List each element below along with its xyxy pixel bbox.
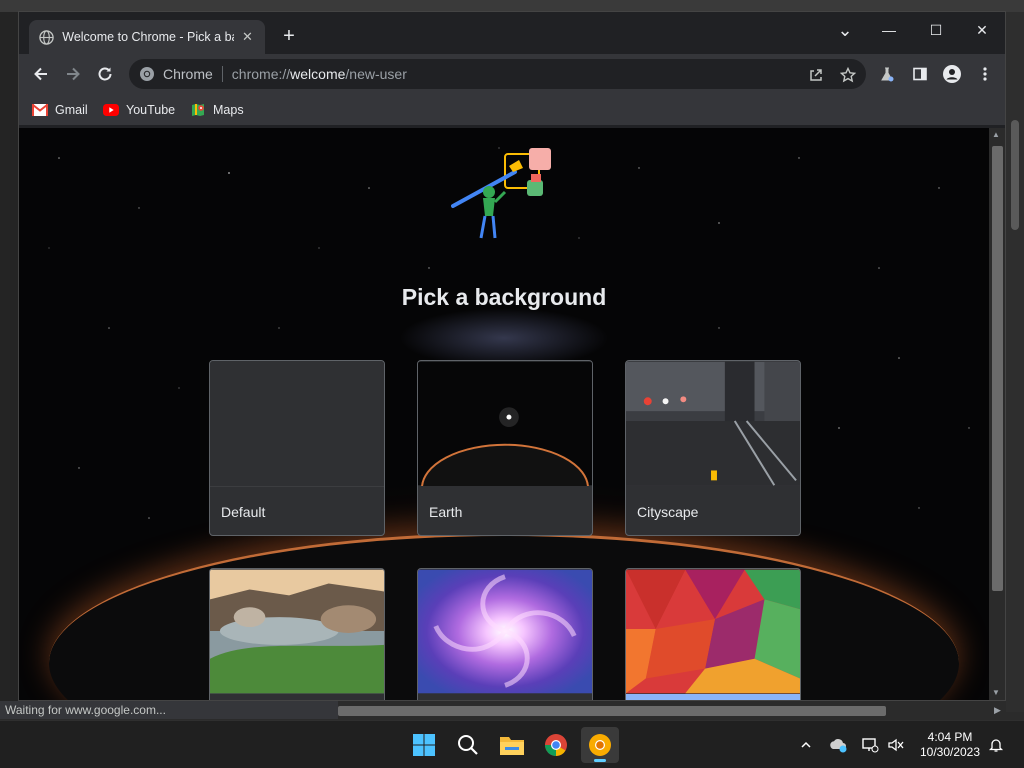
bookmark-gmail[interactable]: Gmail xyxy=(32,101,88,119)
taskbar-file-explorer[interactable] xyxy=(493,727,531,763)
horizontal-scroll-thumb[interactable] xyxy=(338,706,886,716)
status-bubble: Waiting for www.google.com... xyxy=(0,701,338,719)
start-button[interactable] xyxy=(405,727,443,763)
chrome-window: Welcome to Chrome - Pick a background ✕ … xyxy=(18,11,1006,701)
reload-button[interactable] xyxy=(94,63,116,85)
maps-icon xyxy=(192,104,204,116)
bookmarks-bar: Gmail YouTube Maps xyxy=(19,94,1005,126)
chrome-canary-icon xyxy=(589,734,611,756)
center-glow xyxy=(399,308,609,368)
clock-date: 10/30/2023 xyxy=(919,745,981,759)
youtube-icon xyxy=(103,104,119,116)
bookmark-maps[interactable]: Maps xyxy=(190,101,244,119)
toolbar: Chrome chrome://welcome/new-user xyxy=(19,54,1005,94)
scroll-up-icon[interactable]: ▲ xyxy=(992,130,1000,139)
onedrive-icon[interactable] xyxy=(828,735,848,755)
background-card-cityscape[interactable]: Cityscape xyxy=(625,360,801,536)
scroll-right-icon[interactable]: ▶ xyxy=(994,705,1001,716)
maximize-button[interactable]: ☐ xyxy=(920,18,952,42)
card-label-geometric xyxy=(626,694,800,700)
galaxy-thumbnail xyxy=(418,569,592,694)
earth-thumbnail xyxy=(418,361,592,486)
welcome-page-content: Pick a background Default Earth Cityscap… xyxy=(19,128,989,700)
background-scroll-thumb xyxy=(1011,120,1019,230)
share-icon[interactable] xyxy=(807,66,825,84)
cityscape-thumbnail xyxy=(626,361,800,486)
network-icon[interactable] xyxy=(860,735,880,755)
clock-time: 4:04 PM xyxy=(927,730,973,744)
address-bar[interactable]: Chrome chrome://welcome/new-user xyxy=(129,59,866,89)
background-card-geometric[interactable] xyxy=(625,568,801,700)
chrome-chip: Chrome xyxy=(163,66,213,82)
system-clock[interactable]: 4:04 PM 10/30/2023 xyxy=(912,730,988,760)
page-title: Pick a background xyxy=(401,284,607,310)
taskbar-chrome[interactable] xyxy=(537,727,575,763)
vertical-scrollbar[interactable]: ▲ ▼ xyxy=(989,128,1005,700)
menu-kebab-icon[interactable] xyxy=(975,64,995,84)
forward-arrow-icon xyxy=(67,67,80,81)
card-divider xyxy=(210,486,384,487)
back-arrow-icon xyxy=(34,67,47,81)
tab-title: Welcome to Chrome - Pick a background xyxy=(62,30,234,44)
geometric-thumbnail xyxy=(626,569,800,694)
omnibox-separator xyxy=(221,66,223,82)
taskbar: 4:04 PM 10/30/2023 xyxy=(0,720,1024,768)
folder-icon xyxy=(500,737,524,755)
title-bar: Welcome to Chrome - Pick a background ✕ … xyxy=(19,12,1005,54)
windows-start-icon xyxy=(413,734,435,756)
background-window-right xyxy=(1006,12,1024,712)
forward-button[interactable] xyxy=(62,63,84,85)
background-card-galaxy[interactable] xyxy=(417,568,593,700)
globe-icon xyxy=(39,29,54,45)
taskbar-search-button[interactable] xyxy=(449,727,487,763)
vertical-scroll-thumb[interactable] xyxy=(992,146,1003,591)
notification-bell-icon[interactable] xyxy=(986,735,1006,755)
bookmark-gmail-label: Gmail xyxy=(55,103,88,117)
card-label-cityscape: Cityscape xyxy=(637,504,699,520)
side-panel-icon[interactable] xyxy=(910,64,930,84)
landscape-thumbnail xyxy=(210,569,384,694)
new-tab-button[interactable]: + xyxy=(277,24,301,48)
gmail-icon xyxy=(32,104,48,116)
card-label-default: Default xyxy=(221,504,266,520)
profile-avatar[interactable] xyxy=(942,64,962,84)
background-card-landscape[interactable] xyxy=(209,568,385,700)
background-card-earth[interactable]: Earth xyxy=(417,360,593,536)
volume-muted-icon[interactable] xyxy=(886,735,906,755)
back-button[interactable] xyxy=(30,63,52,85)
tab-welcome[interactable]: Welcome to Chrome - Pick a background ✕ xyxy=(29,20,265,54)
bookmark-youtube[interactable]: YouTube xyxy=(103,101,175,119)
active-app-indicator xyxy=(594,759,606,762)
scroll-down-icon[interactable]: ▼ xyxy=(992,688,1000,697)
taskbar-chrome-canary[interactable] xyxy=(581,727,619,763)
close-window-button[interactable]: ✕ xyxy=(966,18,998,42)
minimize-button[interactable]: — xyxy=(873,18,905,42)
search-icon xyxy=(458,735,478,755)
chrome-icon xyxy=(140,67,154,81)
painter-illustration xyxy=(451,148,551,239)
tab-close-icon[interactable]: ✕ xyxy=(240,29,255,45)
card-label-earth: Earth xyxy=(429,504,463,520)
chrome-logo-icon xyxy=(545,734,567,756)
reload-icon xyxy=(98,67,112,81)
show-hidden-icons-chevron-icon[interactable] xyxy=(796,735,816,755)
url-text: chrome://welcome/new-user xyxy=(231,66,407,82)
bookmark-maps-label: Maps xyxy=(213,103,244,117)
tab-search-dropdown-icon[interactable]: ⌄ xyxy=(829,18,861,42)
default-thumbnail xyxy=(210,361,384,486)
background-window-left xyxy=(0,12,18,712)
bookmark-youtube-label: YouTube xyxy=(126,103,176,117)
labs-flask-icon[interactable] xyxy=(877,64,897,84)
background-card-default[interactable]: Default xyxy=(209,360,385,536)
bookmark-star-icon[interactable] xyxy=(839,66,857,84)
